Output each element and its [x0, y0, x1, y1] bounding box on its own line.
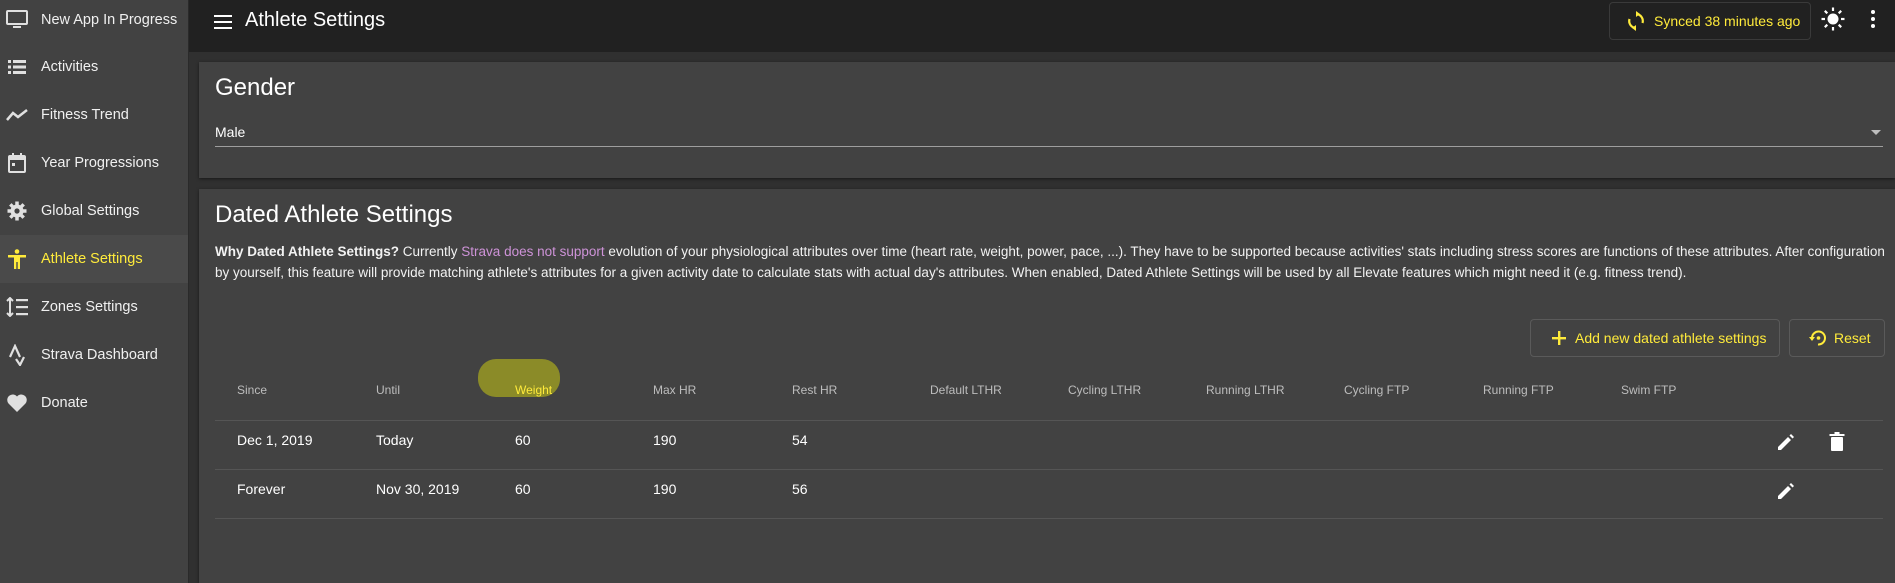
dated-settings-description: Why Dated Athlete Settings? Currently St… [215, 241, 1895, 283]
reset-button[interactable]: Reset [1789, 319, 1885, 357]
dated-settings-title: Dated Athlete Settings [215, 201, 453, 228]
column-header-rest-hr: Rest HR [792, 383, 838, 397]
sidebar-item-zones-settings[interactable]: Zones Settings [0, 283, 188, 331]
calendar-icon [5, 151, 29, 175]
sidebar-item-strava-dashboard[interactable]: Strava Dashboard [0, 331, 188, 379]
top-toolbar: Athlete Settings Synced 38 minutes ago [189, 0, 1895, 52]
gender-card: Gender Male [199, 62, 1895, 178]
column-header-weight[interactable]: Weight [515, 380, 552, 400]
cell-weight: 60 [515, 432, 531, 448]
gear-icon [5, 199, 29, 223]
column-header-until: Until [376, 383, 401, 397]
cell-until: Nov 30, 2019 [376, 481, 460, 497]
sidebar-item-label: Fitness Trend [41, 107, 129, 123]
sidebar-item-new-app[interactable]: New App In Progress [0, 0, 188, 44]
list-icon [5, 55, 29, 79]
cell-until: Today [376, 432, 414, 448]
column-header-max-hr: Max HR [653, 383, 697, 397]
sidebar-item-label: Global Settings [41, 203, 140, 219]
person-icon [5, 247, 29, 271]
sidebar-item-label: Year Progressions [41, 155, 159, 171]
gender-select[interactable]: Male [215, 120, 1883, 147]
cell-since: Forever [237, 481, 286, 497]
description-text: Currently [399, 244, 462, 259]
sun-icon[interactable] [1821, 7, 1845, 31]
sync-status-label: Synced 38 minutes ago [1654, 13, 1801, 29]
sidebar-item-athlete-settings[interactable]: Athlete Settings [0, 235, 188, 283]
description-bold: Why Dated Athlete Settings? [215, 244, 400, 259]
trend-icon [5, 103, 29, 127]
column-header-swim-ftp: Swim FTP [1621, 383, 1677, 397]
cell-max-hr: 190 [653, 432, 677, 448]
sync-button[interactable]: Synced 38 minutes ago [1609, 2, 1811, 40]
sidebar-item-label: Strava Dashboard [41, 347, 158, 363]
zones-icon [5, 295, 29, 319]
cell-since: Dec 1, 2019 [237, 432, 313, 448]
heart-icon [5, 391, 29, 415]
cell-weight: 60 [515, 481, 531, 497]
table-divider [215, 420, 1883, 421]
sidebar-item-label: Donate [41, 395, 88, 411]
edit-icon[interactable] [1775, 480, 1799, 504]
gender-title: Gender [215, 74, 296, 101]
column-header-running-lthr: Running LTHR [1206, 383, 1285, 397]
cell-rest-hr: 56 [792, 481, 808, 497]
sidebar-item-activities[interactable]: Activities [0, 43, 188, 91]
sidebar-item-donate[interactable]: Donate [0, 379, 188, 427]
delete-icon[interactable] [1826, 431, 1850, 455]
cell-max-hr: 190 [653, 481, 677, 497]
edit-icon[interactable] [1775, 431, 1799, 455]
plus-icon [1549, 328, 1569, 348]
strava-icon [5, 343, 29, 367]
column-header-cycling-ftp: Cycling FTP [1344, 383, 1410, 397]
sidebar-item-year-progressions[interactable]: Year Progressions [0, 139, 188, 187]
gender-select-value: Male [215, 124, 246, 140]
add-dated-settings-button[interactable]: Add new dated athlete settings [1530, 319, 1780, 357]
strava-support-link[interactable]: Strava does not support [461, 244, 604, 259]
column-header-since: Since [237, 383, 268, 397]
page-title: Athlete Settings [245, 9, 386, 31]
sidebar-item-label: Zones Settings [41, 299, 138, 315]
monitor-icon [5, 8, 29, 32]
sidebar-item-fitness-trend[interactable]: Fitness Trend [0, 91, 188, 139]
restore-icon [1808, 328, 1828, 348]
sidebar-item-label: Activities [41, 59, 99, 75]
sidebar-item-label: New App In Progress [41, 12, 178, 28]
sync-icon [1626, 11, 1646, 31]
column-header-running-ftp: Running FTP [1483, 383, 1554, 397]
column-header-default-lthr: Default LTHR [930, 383, 1002, 397]
table-divider [215, 518, 1883, 519]
menu-icon[interactable] [213, 14, 237, 38]
add-button-label: Add new dated athlete settings [1575, 330, 1767, 346]
dated-settings-card: Dated Athlete Settings Why Dated Athlete… [199, 189, 1895, 583]
reset-button-label: Reset [1834, 330, 1871, 346]
table-divider [215, 469, 1883, 470]
more-vert-icon[interactable] [1861, 7, 1885, 31]
sidebar-item-global-settings[interactable]: Global Settings [0, 187, 188, 235]
column-header-cycling-lthr: Cycling LTHR [1068, 383, 1142, 397]
dropdown-arrow-icon [1871, 130, 1881, 135]
sidebar: New App In Progress Activities Fitness T… [0, 0, 189, 583]
sidebar-item-label: Athlete Settings [41, 251, 143, 267]
cell-rest-hr: 54 [792, 432, 808, 448]
